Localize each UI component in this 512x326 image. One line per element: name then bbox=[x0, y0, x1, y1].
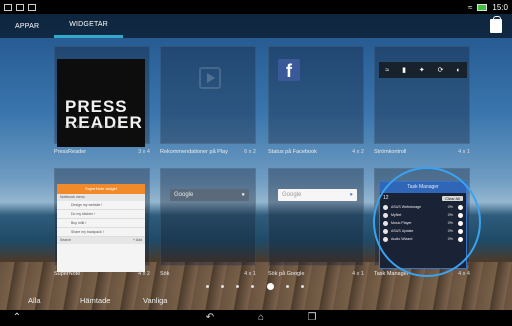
page-indicator[interactable] bbox=[200, 282, 310, 290]
wifi-icon: ≈ bbox=[385, 66, 390, 74]
facebook-icon: f bbox=[278, 59, 300, 81]
widget-size: 4 x 1 bbox=[352, 271, 364, 277]
widget-thumbnail: ≈ ▮ ✦ ⟳ ◐ bbox=[374, 46, 470, 144]
pressreader-preview: PRESS READER BY NEWSPAPERDIRECT bbox=[57, 59, 145, 147]
widget-search[interactable]: Google ● Sök 4 x 1 bbox=[160, 168, 256, 280]
status-bar: ≈ 15:0 bbox=[0, 0, 512, 14]
widget-thumbnail: Google ● bbox=[268, 168, 364, 266]
widget-thumbnail: f bbox=[268, 46, 364, 144]
supernote-item: Do my kitchen ! bbox=[57, 210, 145, 219]
back-icon[interactable]: ↶ bbox=[201, 311, 219, 325]
supernote-header: SuperNote widget bbox=[57, 184, 145, 194]
widget-size: 4 x 2 bbox=[352, 149, 364, 155]
notification-icon bbox=[4, 3, 12, 11]
power-control-preview: ≈ ▮ ✦ ⟳ ◐ bbox=[379, 62, 467, 78]
selection-highlight-ring bbox=[373, 167, 481, 277]
supernote-search: Search bbox=[60, 238, 72, 242]
search-placeholder: Google bbox=[174, 192, 194, 198]
page-dot bbox=[206, 284, 210, 288]
play-store-icon[interactable] bbox=[490, 16, 502, 33]
filter-vanliga[interactable]: Vanliga bbox=[143, 296, 167, 305]
navigation-bar: ⌃ ↶ ⌂ ❐ bbox=[0, 310, 512, 326]
widget-thumbnail: Google ● bbox=[160, 168, 256, 266]
tab-appar[interactable]: APPAR bbox=[0, 14, 54, 38]
supernote-item: Buy milk ! bbox=[57, 219, 145, 228]
widget-label: Sök bbox=[160, 271, 170, 277]
widget-thumbnail: SuperNote widget Notebook menu Design my… bbox=[54, 168, 150, 272]
widget-size: 4 x 1 bbox=[244, 271, 256, 277]
widget-pressreader[interactable]: PRESS READER BY NEWSPAPERDIRECT PressRea… bbox=[54, 46, 150, 158]
widget-play-recommendations[interactable]: Rekommendationer på Play 6 x 2 bbox=[160, 46, 256, 158]
page-dot bbox=[221, 284, 225, 288]
recent-apps-icon[interactable]: ❐ bbox=[303, 311, 321, 325]
supernote-preview: SuperNote widget Notebook menu Design my… bbox=[57, 184, 145, 272]
play-store-icon bbox=[199, 67, 221, 89]
microphone-icon: ● bbox=[241, 192, 245, 198]
page-dot bbox=[285, 284, 289, 288]
widget-thumbnail bbox=[160, 46, 256, 144]
search-placeholder: Google bbox=[282, 192, 302, 198]
filter-alla[interactable]: Alla bbox=[28, 296, 41, 305]
widget-facebook-status[interactable]: f Status på Facebook 4 x 2 bbox=[268, 46, 364, 158]
widget-size: 4 x 2 bbox=[138, 271, 150, 277]
widget-label: Rekommendationer på Play bbox=[160, 149, 228, 155]
widget-label: SuperNote bbox=[54, 271, 81, 277]
brightness-icon: ◐ bbox=[456, 66, 461, 74]
widget-label: Strömkontroll bbox=[374, 149, 407, 155]
search-bar-preview: Google ● bbox=[170, 189, 249, 201]
microphone-icon: ● bbox=[349, 192, 353, 198]
widget-supernote[interactable]: SuperNote widget Notebook menu Design my… bbox=[54, 168, 150, 280]
pressreader-tagline: BY NEWSPAPERDIRECT bbox=[65, 125, 124, 129]
widget-size: 6 x 2 bbox=[244, 149, 256, 155]
widget-label: Sök på Google bbox=[268, 271, 305, 277]
screenshot-icon bbox=[16, 3, 24, 11]
image-icon bbox=[28, 3, 36, 11]
page-dot bbox=[251, 284, 255, 288]
battery-icon bbox=[477, 3, 488, 11]
supernote-item: Design my website ! bbox=[57, 201, 145, 210]
keyboard-hide-icon[interactable]: ⌃ bbox=[8, 311, 26, 325]
widget-label: Status på Facebook bbox=[268, 149, 317, 155]
page-dot bbox=[300, 284, 304, 288]
filter-bar: Alla Hämtade Vanliga bbox=[0, 292, 300, 308]
widget-size: 3 x 4 bbox=[138, 149, 150, 155]
supernote-notebook-menu: Notebook menu bbox=[57, 194, 145, 201]
wifi-icon: ≈ bbox=[468, 2, 473, 12]
supernote-item: Share my backpack ! bbox=[57, 228, 145, 237]
widget-google-search[interactable]: Google ● Sök på Google 4 x 1 bbox=[268, 168, 364, 280]
page-dot-active bbox=[266, 282, 274, 290]
pressreader-title-2: READER bbox=[65, 113, 143, 132]
tab-widgetar[interactable]: WIDGETAR bbox=[54, 14, 124, 38]
supernote-add: + Add bbox=[132, 238, 142, 242]
home-icon[interactable]: ⌂ bbox=[252, 311, 270, 325]
widget-size: 4 x 1 bbox=[458, 149, 470, 155]
widget-size: 4 x 4 bbox=[458, 271, 470, 277]
widget-power-control[interactable]: ≈ ▮ ✦ ⟳ ◐ Strömkontroll 4 x 1 bbox=[374, 46, 470, 158]
page-dot bbox=[236, 284, 240, 288]
tab-bar: APPAR WIDGETAR bbox=[0, 14, 512, 38]
widget-thumbnail: PRESS READER BY NEWSPAPERDIRECT bbox=[54, 46, 150, 147]
sync-icon: ⟳ bbox=[437, 67, 444, 74]
google-search-bar-preview: Google ● bbox=[278, 189, 357, 201]
bluetooth-icon: ▮ bbox=[402, 67, 406, 74]
widget-label: PressReader bbox=[54, 149, 87, 155]
gps-icon: ✦ bbox=[418, 67, 425, 74]
clock: 15:0 bbox=[492, 2, 508, 12]
filter-hamtade[interactable]: Hämtade bbox=[80, 296, 110, 305]
